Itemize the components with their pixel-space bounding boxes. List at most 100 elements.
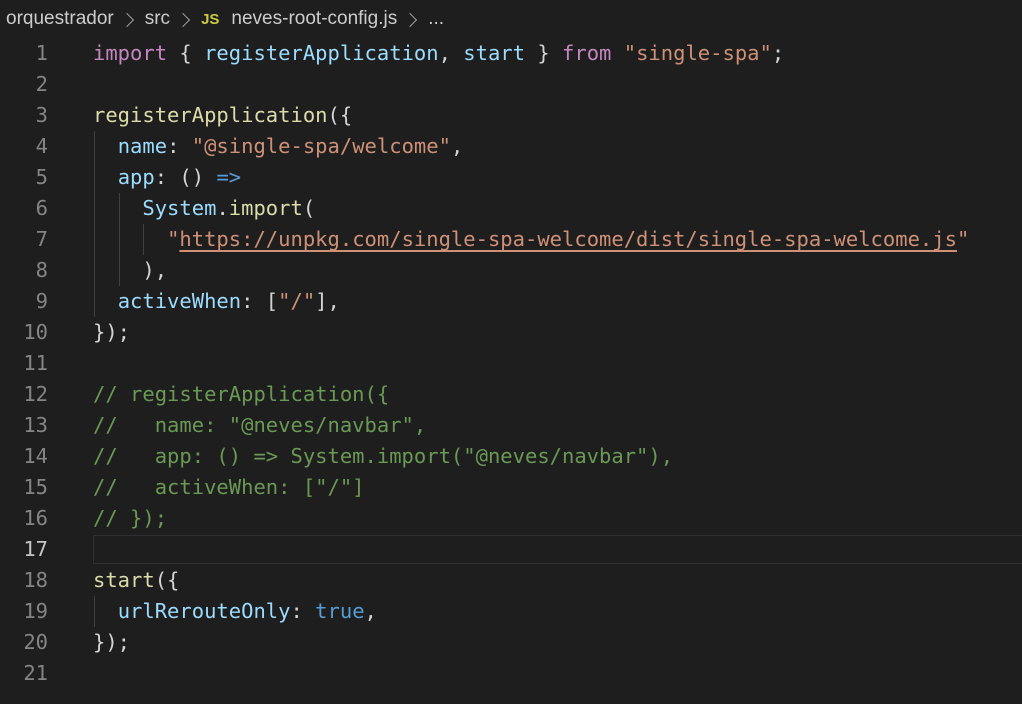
code-line[interactable]: 10}); (0, 317, 1022, 348)
line-number: 5 (35, 165, 48, 189)
code-line[interactable]: 2 (0, 69, 1022, 100)
code-line[interactable]: 18 start({ (0, 565, 1022, 596)
code-text: import { registerApplication, start } fr… (93, 38, 784, 69)
code-token: // name: "@neves/navbar", (93, 413, 427, 437)
code-token: app (117, 165, 155, 189)
code-token: ( (302, 196, 316, 220)
code-token: "single-spa" (623, 41, 772, 65)
code-token: : [ (241, 289, 279, 313)
line-number: 18 (23, 568, 48, 592)
code-token[interactable]: https://unpkg.com/single-spa-welcome/dis… (179, 227, 957, 251)
code-text: app: () => (93, 162, 241, 193)
line-number: 4 (35, 134, 48, 158)
code-line[interactable]: 7 "https://unpkg.com/single-spa-welcome/… (0, 224, 1022, 255)
chevron-right-icon (403, 12, 418, 28)
code-token: from (562, 41, 612, 65)
code-token: " (167, 227, 180, 251)
code-token: start (463, 41, 525, 65)
code-token: registerApplication (93, 103, 328, 127)
code-line[interactable]: 16 // }); (0, 503, 1022, 534)
code-line[interactable]: 8 ), (0, 255, 1022, 286)
code-line[interactable]: 17 (0, 534, 1022, 565)
code-text: // registerApplication({ (93, 379, 389, 410)
code-token: ], (315, 289, 340, 313)
breadcrumb-symbol-ellipsis[interactable]: ... (428, 8, 444, 30)
code-line[interactable]: 20}); (0, 627, 1022, 658)
code-token: System (142, 196, 217, 220)
line-number: 2 (35, 72, 48, 96)
code-line[interactable]: 1 import { registerApplication, start } f… (0, 38, 1022, 69)
code-token: activeWhen (117, 289, 242, 313)
breadcrumb-folder-orquestrador[interactable]: orquestrador (6, 8, 114, 30)
code-token: }); (93, 630, 131, 654)
code-text: ), (93, 255, 167, 286)
code-token: start (93, 568, 155, 592)
code-line[interactable]: 5 app: () => (0, 162, 1022, 193)
line-number: 12 (23, 382, 48, 406)
code-token: "/" (278, 289, 316, 313)
line-number: 7 (35, 227, 48, 251)
code-line[interactable]: 4 name: "@single-spa/welcome", (0, 131, 1022, 162)
code-token: import (93, 41, 168, 65)
code-token: ({ (327, 103, 353, 127)
line-number: 1 (35, 41, 48, 65)
code-token: , (364, 599, 377, 623)
code-token: import (228, 196, 303, 220)
code-line[interactable]: 9 activeWhen: ["/"], (0, 286, 1022, 317)
code-token: urlRerouteOnly (117, 599, 291, 623)
line-number: 20 (23, 630, 48, 654)
code-line[interactable]: 11 (0, 348, 1022, 379)
code-text: name: "@single-spa/welcome", (93, 131, 464, 162)
code-line[interactable]: 14 // app: () => System.import("@neves/na… (0, 441, 1022, 472)
code-line[interactable]: 12 // registerApplication({ (0, 379, 1022, 410)
code-text: "https://unpkg.com/single-spa-welcome/di… (93, 224, 969, 255)
code-line[interactable]: 13 // name: "@neves/navbar", (0, 410, 1022, 441)
line-number: 6 (35, 196, 48, 220)
code-line[interactable]: 3 registerApplication({ (0, 100, 1022, 131)
code-token: : (290, 599, 316, 623)
chevron-right-icon (175, 12, 191, 28)
code-line[interactable]: 6 System.import( (0, 193, 1022, 224)
code-editor[interactable]: 1 import { registerApplication, start } f… (0, 38, 1022, 689)
code-token: , (438, 41, 464, 65)
code-token: name (117, 134, 168, 158)
code-line[interactable]: 19 urlRerouteOnly: true, (0, 596, 1022, 627)
code-token: . (216, 196, 229, 220)
code-text: // activeWhen: ["/"] (93, 472, 365, 503)
code-token: ), (93, 258, 168, 282)
line-number: 10 (23, 320, 48, 344)
breadcrumb-folder-src[interactable]: src (145, 8, 170, 30)
code-text: System.import( (93, 193, 315, 224)
code-line[interactable]: 15 // activeWhen: ["/"] (0, 472, 1022, 503)
code-text: activeWhen: ["/"], (93, 286, 340, 317)
line-number: 11 (23, 351, 48, 375)
javascript-file-icon: JS (201, 10, 220, 28)
chevron-right-icon (119, 12, 134, 28)
code-line[interactable]: 21 (0, 658, 1022, 689)
line-number: 13 (23, 413, 48, 437)
line-number: 19 (23, 599, 48, 623)
code-token: // app: () => System.import("@neves/navb… (93, 444, 674, 468)
code-token: , (450, 134, 464, 158)
line-number: 16 (23, 506, 48, 530)
code-text: start({ (93, 565, 179, 596)
breadcrumb-file[interactable]: neves-root-config.js (231, 8, 397, 30)
code-token: { (167, 41, 205, 65)
code-text: urlRerouteOnly: true, (93, 596, 377, 627)
code-token: registerApplication (204, 41, 439, 65)
code-token: true (315, 599, 365, 623)
code-text: // name: "@neves/navbar", (93, 410, 426, 441)
code-token: ({ (154, 568, 180, 592)
code-text: }); (93, 627, 130, 658)
line-number: 15 (23, 475, 48, 499)
line-number: 14 (23, 444, 48, 468)
code-token: // }); (93, 506, 168, 530)
line-number: 17 (23, 537, 48, 561)
